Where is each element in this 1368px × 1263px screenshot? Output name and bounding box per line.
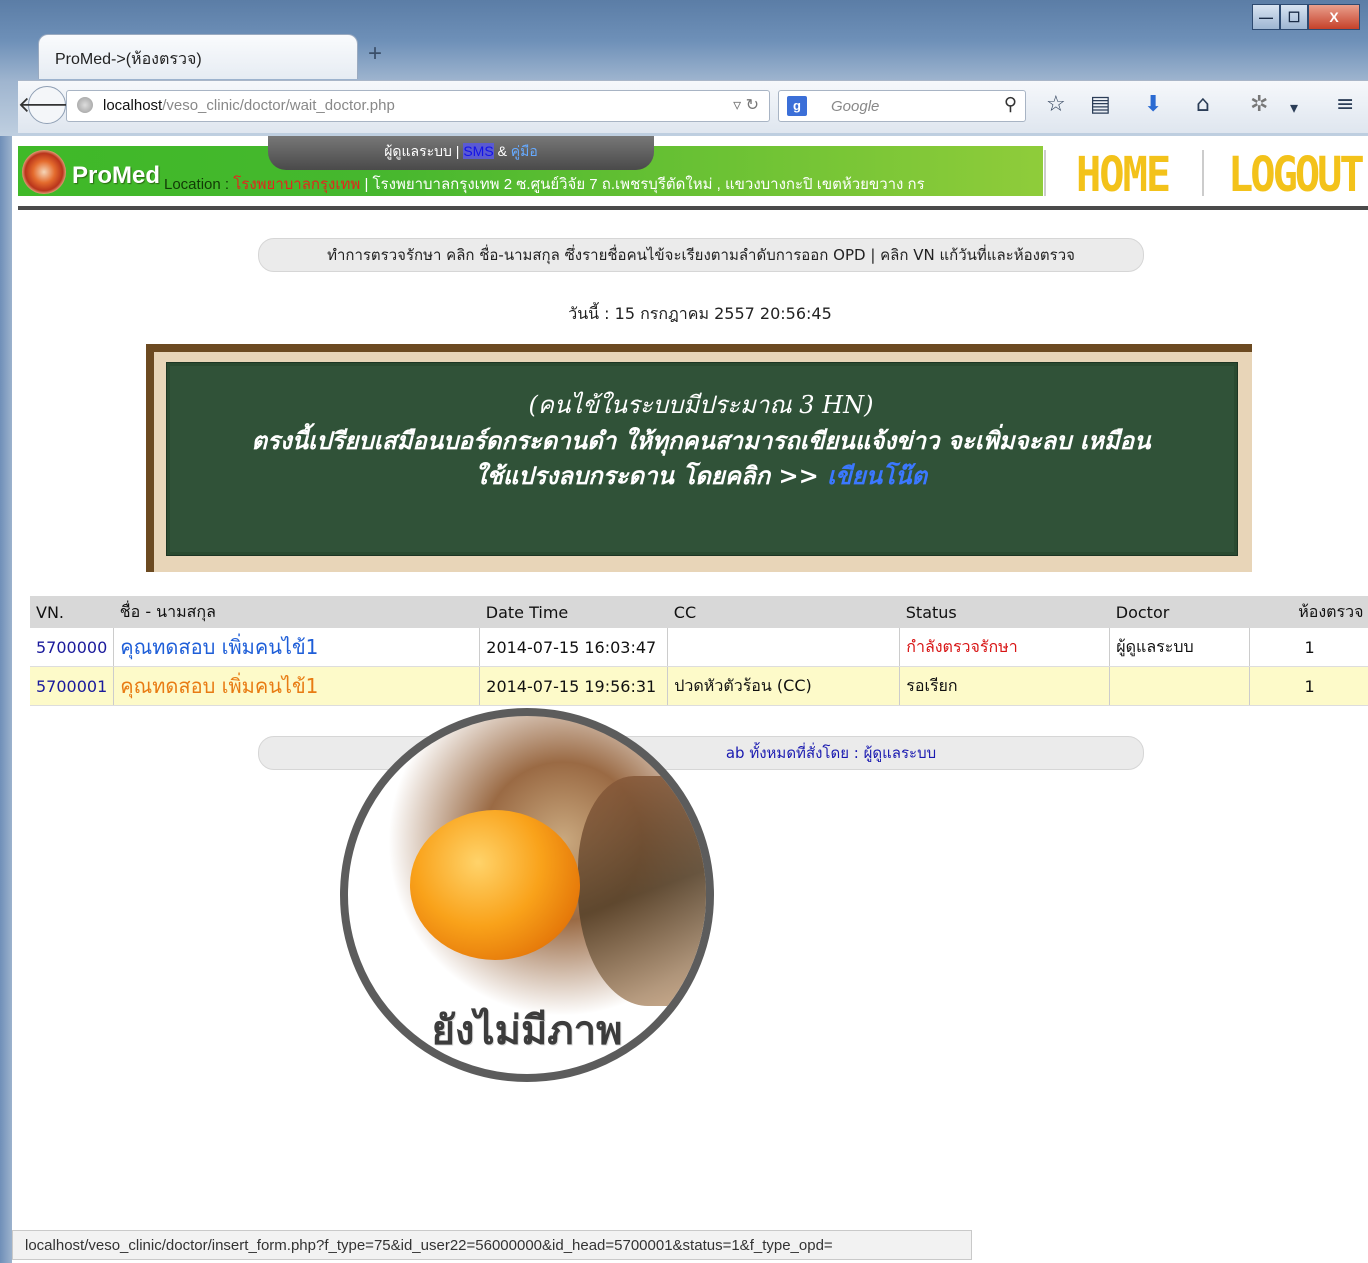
patient-name-link[interactable]: คุณทดสอบ เพิ่มคนไข้1 [113,666,481,706]
sms-link[interactable]: SMS [463,143,494,159]
promed-logo-icon [22,150,66,194]
col-cc: CC [667,596,900,628]
status-cell: รอเรียก [899,666,1111,706]
table-row: 5700000 คุณทดสอบ เพิ่มคนไข้1 2014-07-15 … [30,628,1368,667]
url-bar[interactable]: localhost/veso_clinic/doctor/wait_doctor… [66,90,770,122]
addon-icon[interactable]: ✲ [1250,92,1268,117]
write-note-link[interactable]: เขียนโน๊ต [827,461,927,490]
doctor-cell: ผู้ดูแลระบบ [1109,628,1251,667]
today-date: วันนี้ : 15 กรกฎาคม 2557 20:56:45 [568,304,832,323]
new-tab-icon[interactable]: + [368,40,382,68]
datetime-cell: 2014-07-15 16:03:47 [479,628,669,667]
bookmarks-menu-icon[interactable]: ▤ [1090,92,1111,117]
close-button[interactable]: X [1308,4,1360,30]
menu-icon[interactable]: ≡ [1336,92,1354,117]
photo-fruit [410,810,580,960]
board-message-cont: ใช้แปรงลบกระดาน โดยคลิก >> [474,461,819,490]
photo-herb [578,776,706,1006]
col-datetime: Date Time [479,596,668,628]
maximize-button[interactable]: ☐ [1280,4,1308,30]
board-message: ตรงนี้เปรียบเสมือนบอร์ดกระดานดำ ให้ทุกคน… [251,426,1151,455]
blackboard-text: (คนไข้ในระบบมีประมาณ 3 HN) ตรงนี้เปรียบเ… [166,388,1236,493]
hospital-name: โรงพยาบาลกรุงเทพ [233,176,361,193]
patient-photo: ยังไม่มีภาพ [340,708,714,1082]
patient-count: (คนไข้ในระบบมีประมาณ 3 HN) [528,391,874,419]
header-divider [1202,150,1204,196]
doctor-cell [1109,666,1251,706]
col-doctor: Doctor [1109,596,1250,628]
dropdown-icon[interactable]: ▾ [1290,98,1298,117]
manual-link[interactable]: คู่มือ [511,143,538,159]
patient-table: VN. ชื่อ - นามสกุล Date Time CC Status D… [30,596,1368,706]
download-icon[interactable]: ⬇ [1144,92,1162,117]
reload-icon[interactable]: ▿ ↻ [733,95,759,115]
table-header-row: VN. ชื่อ - นามสกุล Date Time CC Status D… [30,596,1368,628]
user-menu: ผู้ดูแลระบบ | SMS & คู่มือ [268,136,654,170]
user-link[interactable]: ผู้ดูแลระบบ [384,143,452,159]
home-button[interactable]: HOME [1076,146,1171,202]
google-icon: g [787,96,807,116]
instruction-bar: ทำการตรวจรักษา คลิก ชื่อ-นามสกุล ซึ่งราย… [258,238,1144,272]
url-text: localhost/veso_clinic/doctor/wait_doctor… [103,97,395,114]
logo-text: ProMed [72,162,161,189]
back-button[interactable]: 🡐 [18,86,77,124]
window-controls: — ☐ X [1252,4,1360,30]
vn-link[interactable]: 5700000 [30,628,115,667]
search-icon[interactable]: ⚲ [1004,94,1017,115]
home-icon[interactable]: ⌂ [1196,92,1210,117]
no-photo-label: ยังไม่มีภาพ [431,1007,623,1054]
col-vn: VN. [30,596,114,628]
cc-cell: ปวดหัวตัวร้อน (CC) [667,666,901,706]
hospital-address: | โรงพยาบาลกรุงเทพ 2 ซ.ศูนย์วิจัย 7 ถ.เพ… [364,176,925,193]
room-cell: 1 [1249,628,1368,667]
browser-tab[interactable]: ProMed->(ห้องตรวจ) [38,34,358,79]
search-placeholder: Google [831,98,880,115]
tab-title: ProMed->(ห้องตรวจ) [55,51,202,68]
cc-cell [667,628,901,667]
header-rule [18,206,1368,210]
room-cell: 1 [1249,666,1368,706]
header-divider [1044,150,1046,196]
col-room: ห้องตรวจ [1249,596,1368,628]
col-status: Status [899,596,1110,628]
location-line: Location : โรงพยาบาลกรุงเทพ | โรงพยาบาลก… [164,172,925,196]
minimize-button[interactable]: — [1252,4,1280,30]
bookmark-star-icon[interactable]: ☆ [1046,92,1066,117]
vn-link[interactable]: 5700001 [30,666,115,706]
datetime-cell: 2014-07-15 19:56:31 [479,666,669,706]
col-name: ชื่อ - นามสกุล [113,596,480,628]
lab-link[interactable]: ab ทั้งหมดที่สั่งโดย : ผู้ดูแลระบบ [726,744,936,762]
logout-button[interactable]: LOGOUT [1228,146,1365,202]
location-label: Location : [164,176,230,193]
globe-icon [77,97,93,113]
patient-name-link[interactable]: คุณทดสอบ เพิ่มคนไข้1 [113,628,481,667]
status-cell: กำลังตรวจรักษา [899,628,1111,667]
search-bar[interactable]: g Google ⚲ [778,90,1026,122]
status-bar: localhost/veso_clinic/doctor/insert_form… [12,1230,972,1260]
table-row: 5700001 คุณทดสอบ เพิ่มคนไข้1 2014-07-15 … [30,666,1368,706]
